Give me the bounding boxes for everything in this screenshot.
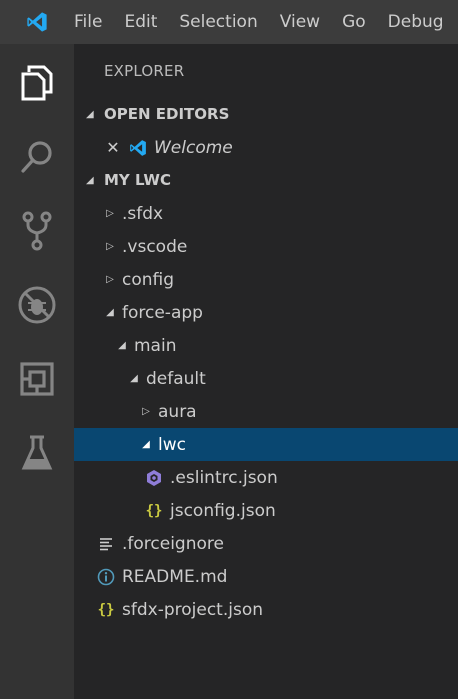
chevron-down-icon: ◢: [118, 340, 126, 351]
files-icon[interactable]: [0, 46, 74, 120]
info-icon: [96, 568, 116, 586]
tree-item-label: .forceignore: [122, 533, 224, 554]
close-icon[interactable]: ✕: [104, 138, 122, 157]
tree-item-label: .sfdx: [122, 203, 164, 224]
tree-item-forceignore[interactable]: .forceignore: [74, 527, 458, 560]
tree-item-label: jsconfig.json: [170, 500, 276, 521]
open-editor-label: Welcome: [154, 137, 233, 158]
tree-item-vscode[interactable]: ▷ .vscode: [74, 230, 458, 263]
chevron-right-icon: ▷: [106, 208, 114, 219]
chevron-right-icon: ▷: [142, 406, 150, 417]
tree-item-config[interactable]: ▷ config: [74, 263, 458, 296]
tree-item-label: README.md: [122, 566, 228, 587]
workspace-header[interactable]: ◢ MY LWC: [74, 164, 458, 197]
menu-view[interactable]: View: [269, 0, 331, 44]
menu-go[interactable]: Go: [331, 0, 377, 44]
tree-item-label: default: [146, 368, 206, 389]
chevron-right-icon: ▷: [106, 241, 114, 252]
open-editors-label: OPEN EDITORS: [104, 105, 230, 123]
menu-edit[interactable]: Edit: [113, 0, 168, 44]
tree-item-main[interactable]: ◢ main: [74, 329, 458, 362]
tree-item-sfdx[interactable]: ▷ .sfdx: [74, 197, 458, 230]
json-braces-icon: {}: [145, 502, 163, 519]
menu-file[interactable]: File: [74, 0, 113, 44]
text-lines-icon: [96, 537, 116, 551]
explorer-title: EXPLORER: [104, 62, 185, 80]
chevron-down-icon: ◢: [130, 373, 138, 384]
tree-item-label: lwc: [158, 434, 186, 455]
chevron-right-icon: ▷: [106, 274, 114, 285]
tree-item-readme[interactable]: README.md: [74, 560, 458, 593]
open-editor-item-welcome[interactable]: ✕ Welcome: [74, 131, 458, 164]
tree-item-label: force-app: [122, 302, 203, 323]
tree-item-eslintrc[interactable]: .eslintrc.json: [74, 461, 458, 494]
tree-item-lwc[interactable]: ◢ lwc: [74, 428, 458, 461]
explorer-sidebar: EXPLORER ◢ OPEN EDITORS ✕ Welcome ◢ MY L…: [74, 44, 458, 699]
tree-item-label: main: [134, 335, 177, 356]
source-control-icon[interactable]: [0, 194, 74, 268]
tree-item-label: .vscode: [122, 236, 188, 257]
json-braces-icon: {}: [97, 601, 115, 618]
menu-debug[interactable]: Debug: [377, 0, 455, 44]
tree-item-aura[interactable]: ▷ aura: [74, 395, 458, 428]
tree-item-sfdx-project[interactable]: {} sfdx-project.json: [74, 593, 458, 626]
tree-item-label: .eslintrc.json: [170, 467, 278, 488]
open-editors-header[interactable]: ◢ OPEN EDITORS: [74, 98, 458, 131]
tree-item-force-app[interactable]: ◢ force-app: [74, 296, 458, 329]
menu-bar: File Edit Selection View Go Debug: [0, 0, 458, 44]
vscode-logo-icon: [0, 0, 74, 44]
activity-bar: [0, 44, 74, 699]
search-icon[interactable]: [0, 120, 74, 194]
tree-item-jsconfig[interactable]: {} jsconfig.json: [74, 494, 458, 527]
menu-selection[interactable]: Selection: [168, 0, 268, 44]
test-flask-icon[interactable]: [0, 416, 74, 490]
vscode-logo-icon: [128, 139, 148, 157]
tree-item-label: aura: [158, 401, 197, 422]
chevron-down-icon: ◢: [142, 439, 150, 450]
tree-item-label: sfdx-project.json: [122, 599, 263, 620]
eslint-icon: [144, 469, 164, 487]
chevron-down-icon: ◢: [86, 109, 94, 120]
chevron-down-icon: ◢: [86, 175, 94, 186]
tree-item-default[interactable]: ◢ default: [74, 362, 458, 395]
extensions-icon[interactable]: [0, 342, 74, 416]
debug-icon[interactable]: [0, 268, 74, 342]
workspace-label: MY LWC: [104, 171, 171, 189]
chevron-down-icon: ◢: [106, 307, 114, 318]
tree-item-label: config: [122, 269, 175, 290]
